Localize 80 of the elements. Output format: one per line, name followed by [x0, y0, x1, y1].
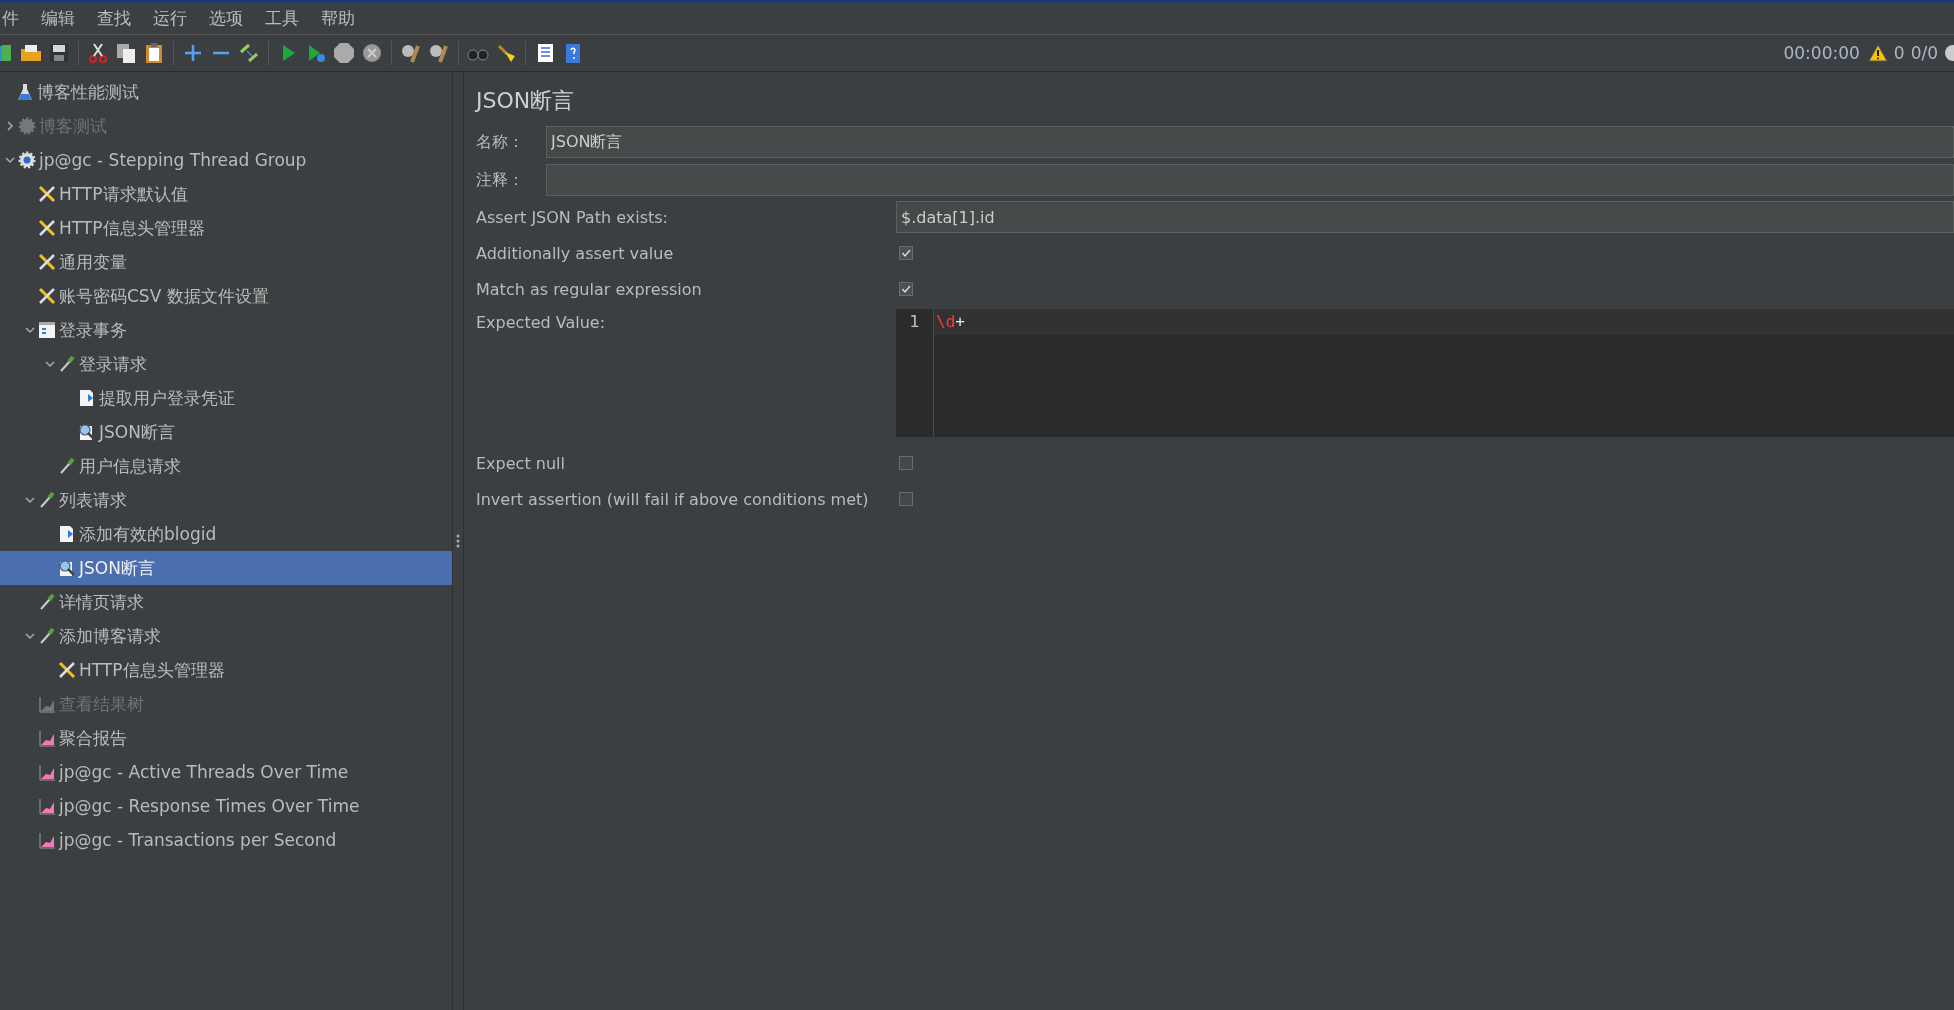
tree-item[interactable]: jp@gc - Transactions per Second — [0, 823, 452, 857]
tree-item[interactable]: 聚合报告 — [0, 721, 452, 755]
panel-title: JSON断言 — [476, 87, 576, 115]
checkbox[interactable] — [899, 492, 913, 506]
field-label: 注释： — [476, 169, 525, 191]
name-field[interactable]: JSON断言 — [546, 126, 1954, 158]
menu-item[interactable]: 件 — [0, 7, 21, 30]
option-label: Expect null — [476, 453, 566, 473]
splitter-handle-icon[interactable] — [456, 534, 460, 548]
warning-count: 0 — [1893, 43, 1905, 63]
chevron-down-icon[interactable] — [5, 156, 15, 164]
field-label: Expected Value: — [476, 312, 607, 332]
tree-item[interactable]: JSON断言 — [0, 415, 452, 449]
chevron-down-icon[interactable] — [45, 360, 55, 368]
tree-item[interactable]: 登录事务 — [0, 313, 452, 347]
gear-icon — [18, 117, 36, 135]
wrench-screwdriver-icon — [38, 287, 56, 305]
warning-icon[interactable] — [1867, 44, 1888, 62]
chart-icon — [38, 729, 56, 747]
thread-count: 0/0 — [1910, 43, 1938, 63]
pipette-icon — [58, 457, 76, 475]
wrench-screwdriver-icon — [38, 219, 56, 237]
magnifier-icon — [78, 423, 96, 441]
tree-item[interactable]: jp@gc - Response Times Over Time — [0, 789, 452, 823]
chart-icon — [38, 831, 56, 849]
pipette-icon — [58, 355, 76, 373]
wrench-screwdriver-icon — [38, 185, 56, 203]
gear-icon — [18, 151, 36, 169]
checkbox[interactable] — [899, 246, 913, 260]
tree-item[interactable]: HTTP信息头管理器 — [0, 211, 452, 245]
comment-field[interactable] — [546, 164, 1954, 196]
code-line: \d+ — [936, 312, 965, 331]
pipette-icon — [38, 627, 56, 645]
option-label: Match as regular expression — [476, 279, 703, 299]
magnifier-icon — [58, 559, 76, 577]
menu-item[interactable]: 帮助 — [319, 7, 357, 30]
tree-item[interactable]: 博客性能测试 — [0, 75, 452, 109]
tree-item[interactable]: 登录请求 — [0, 347, 452, 381]
window-icon — [38, 321, 56, 339]
field-label: Assert JSON Path exists: — [476, 207, 669, 227]
chart-icon — [38, 797, 56, 815]
tree-item[interactable]: 列表请求 — [0, 483, 452, 517]
chart-icon — [38, 695, 56, 713]
tree-item[interactable]: 详情页请求 — [0, 585, 452, 619]
menu-item[interactable]: 运行 — [151, 7, 189, 30]
menu-item[interactable]: 选项 — [207, 7, 245, 30]
menu-item[interactable]: 查找 — [95, 7, 133, 30]
chart-icon — [38, 763, 56, 781]
tree-item[interactable]: 账号密码CSV 数据文件设置 — [0, 279, 452, 313]
menu-item[interactable]: 工具 — [263, 7, 301, 30]
json-path-field[interactable]: $.data[1].id — [896, 201, 1954, 233]
tree-item[interactable]: HTTP信息头管理器 — [0, 653, 452, 687]
option-label: Additionally assert value — [476, 243, 675, 263]
tree-item[interactable]: 用户信息请求 — [0, 449, 452, 483]
wrench-screwdriver-icon — [38, 253, 56, 271]
tree-item[interactable]: 提取用户登录凭证 — [0, 381, 452, 415]
code-editor[interactable]: 1 \d+ — [896, 309, 1954, 437]
flask-icon — [16, 83, 34, 101]
menu-item[interactable]: 编辑 — [39, 7, 77, 30]
tree-item[interactable]: 通用变量 — [0, 245, 452, 279]
checkbox[interactable] — [899, 456, 913, 470]
field-label: 名称： — [476, 131, 525, 153]
option-label: Invert assertion (will fail if above conditions met) — [476, 489, 870, 509]
chevron-down-icon[interactable] — [25, 632, 35, 640]
tree-item[interactable]: JSON断言 — [0, 551, 452, 585]
chevron-down-icon[interactable] — [25, 326, 35, 334]
pipette-icon — [38, 593, 56, 611]
tree-item[interactable]: jp@gc - Active Threads Over Time — [0, 755, 452, 789]
wrench-screwdriver-icon — [58, 661, 76, 679]
tree-item[interactable]: jp@gc - Stepping Thread Group — [0, 143, 452, 177]
elapsed-time: 00:00:00 — [1783, 43, 1860, 63]
tree-item[interactable]: 添加有效的blogid — [0, 517, 452, 551]
chevron-down-icon[interactable] — [25, 496, 35, 504]
document-arrow-icon — [78, 389, 96, 407]
pipette-icon — [38, 491, 56, 509]
tree-item[interactable]: HTTP请求默认值 — [0, 177, 452, 211]
line-number: 1 — [908, 311, 921, 333]
document-arrow-icon — [58, 525, 76, 543]
checkbox[interactable] — [899, 282, 913, 296]
tree-item[interactable]: 添加博客请求 — [0, 619, 452, 653]
